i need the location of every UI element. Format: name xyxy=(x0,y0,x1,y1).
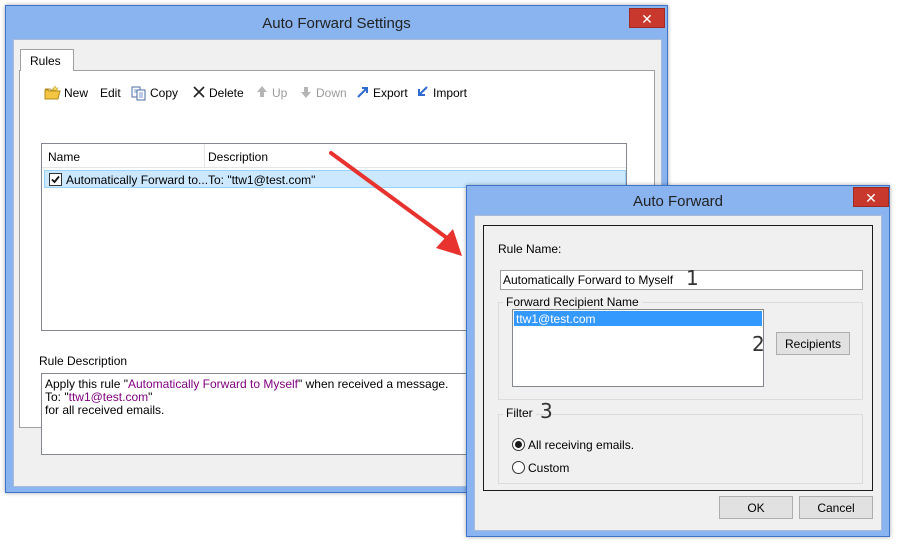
rd-rule-link[interactable]: Automatically Forward to Myself xyxy=(128,377,298,391)
import-icon xyxy=(418,86,428,96)
filter-group-title: Filter xyxy=(503,406,536,420)
rd-line2-prefix: To: " xyxy=(45,390,69,404)
dialog-title-bar[interactable]: Auto Forward ✕ xyxy=(467,186,889,214)
up-button[interactable]: Up xyxy=(256,84,294,102)
rule-description-line-1: Apply this rule "Automatically Forward t… xyxy=(45,377,448,391)
import-button[interactable]: Import xyxy=(416,84,472,102)
cancel-button-label: Cancel xyxy=(817,500,855,515)
rule-description-label: Rule Description xyxy=(39,354,128,368)
rule-description-box: Apply this rule "Automatically Forward t… xyxy=(41,373,481,455)
tab-rules[interactable]: Rules xyxy=(20,49,74,71)
auto-forward-dialog: Auto Forward ✕ Rule Name: Automatically … xyxy=(466,185,890,537)
copy-label: Copy xyxy=(150,86,179,100)
tab-rules-label: Rules xyxy=(30,54,61,68)
export-icon xyxy=(357,87,368,98)
export-label: Export xyxy=(373,86,408,100)
new-label: New xyxy=(64,86,89,100)
close-icon: ✕ xyxy=(641,11,653,27)
list-item[interactable]: ttw1@test.com xyxy=(514,311,762,326)
column-header-description[interactable]: Description xyxy=(208,150,268,164)
rd-line1-prefix: Apply this rule " xyxy=(45,377,128,391)
custom-label[interactable]: Custom xyxy=(528,461,569,475)
main-title-bar[interactable]: Auto Forward Settings ✕ xyxy=(6,6,667,38)
all-emails-label[interactable]: All receiving emails. xyxy=(528,438,634,452)
edit-button[interactable]: Edit xyxy=(100,84,130,102)
down-label: Down xyxy=(316,86,347,100)
column-divider[interactable] xyxy=(204,144,205,168)
dialog-title: Auto Forward xyxy=(632,193,724,210)
rule-name-input[interactable]: Automatically Forward to Myself xyxy=(500,270,863,290)
dialog-content-frame: Rule Name: Automatically Forward to Myse… xyxy=(483,225,873,491)
new-button[interactable]: New xyxy=(44,84,94,102)
copy-icon xyxy=(131,86,146,101)
edit-label: Edit xyxy=(100,86,121,100)
recipients-button[interactable]: Recipients xyxy=(776,332,850,355)
up-label: Up xyxy=(272,86,288,100)
import-label: Import xyxy=(433,86,468,100)
dialog-client-area: Rule Name: Automatically Forward to Myse… xyxy=(474,215,882,531)
callout-1: 1 xyxy=(686,266,699,290)
recipient-email: ttw1@test.com xyxy=(516,312,596,326)
ok-button-label: OK xyxy=(747,500,765,515)
copy-button[interactable]: Copy xyxy=(131,84,187,102)
arrow-down-icon xyxy=(301,87,311,98)
export-button[interactable]: Export xyxy=(356,84,412,102)
folder-new-icon xyxy=(44,85,61,100)
cancel-button[interactable]: Cancel xyxy=(799,496,873,519)
arrow-up-icon xyxy=(257,86,267,97)
rule-description-line-2: To: "ttw1@test.com" xyxy=(45,390,152,404)
ok-button[interactable]: OK xyxy=(719,496,793,519)
callout-2: 2 xyxy=(752,332,765,356)
delete-x-icon xyxy=(193,86,205,98)
rules-list-header: Name Description xyxy=(42,144,626,168)
column-header-name[interactable]: Name xyxy=(48,150,80,164)
delete-button[interactable]: Delete xyxy=(192,84,250,102)
rd-line2-suffix: " xyxy=(148,390,153,404)
callout-3: 3 xyxy=(540,399,553,423)
rule-name-cell: Automatically Forward to... xyxy=(66,173,209,187)
recipients-button-label: Recipients xyxy=(784,336,842,351)
main-close-button[interactable]: ✕ xyxy=(629,8,665,28)
checkmark-icon xyxy=(51,175,60,184)
recipient-list[interactable]: ttw1@test.com xyxy=(512,309,764,387)
rule-description-cell: To: "ttw1@test.com" xyxy=(208,173,316,187)
rule-name-value: Automatically Forward to Myself xyxy=(503,273,674,287)
rule-enabled-checkbox[interactable] xyxy=(49,173,62,186)
main-window-title: Auto Forward Settings xyxy=(262,15,411,32)
close-icon: ✕ xyxy=(865,190,877,206)
rd-email-link[interactable]: ttw1@test.com xyxy=(69,390,149,404)
all-emails-radio[interactable] xyxy=(512,438,525,451)
delete-label: Delete xyxy=(209,86,244,100)
down-button[interactable]: Down xyxy=(300,84,356,102)
rd-line1-suffix: " when received a message. xyxy=(298,377,449,391)
radio-selected-dot xyxy=(515,441,522,448)
recipient-group-title: Forward Recipient Name xyxy=(503,295,642,309)
rule-name-label: Rule Name: xyxy=(498,242,562,256)
rule-description-line-3: for all received emails. xyxy=(45,403,165,417)
custom-radio[interactable] xyxy=(512,461,525,474)
dialog-close-button[interactable]: ✕ xyxy=(853,187,889,207)
